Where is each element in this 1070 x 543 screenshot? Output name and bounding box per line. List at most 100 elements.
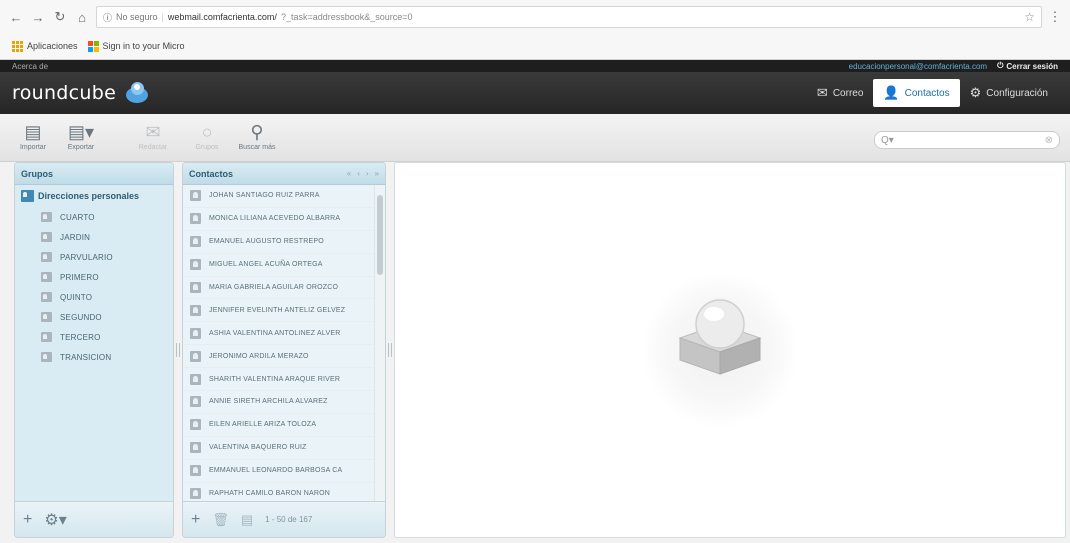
bookmarks-bar: Aplicaciones Sign in to your Micro: [0, 36, 1070, 56]
contact-row[interactable]: EMMANUEL LEONARDO BARBOSA CA: [183, 459, 376, 483]
contact-icon: [190, 350, 201, 362]
groups-title: Grupos: [21, 168, 54, 179]
contact-row[interactable]: MIGUEL ANGEL ACUÑA ORTEGA: [183, 253, 376, 277]
reload-icon[interactable]: ↻: [52, 9, 68, 25]
contacts-list: JOHAN SANTIAGO RUIZ PARRA MONICA LILIANA…: [183, 185, 376, 501]
quick-search-input[interactable]: Q▾ ⊗: [874, 131, 1060, 149]
bookmark-apps-label: Aplicaciones: [27, 41, 78, 51]
group-icon: [41, 352, 52, 362]
group-item[interactable]: PRIMERO: [15, 267, 173, 287]
import-label: Importar: [19, 144, 47, 151]
addressbook-label: Direcciones personales: [38, 191, 140, 201]
add-group-icon[interactable]: +: [23, 511, 32, 529]
url-divider: |: [161, 12, 164, 22]
logo-cloud-icon: [122, 81, 152, 105]
group-item[interactable]: JARDIN: [15, 227, 173, 247]
group-item[interactable]: SEGUNDO: [15, 307, 173, 327]
contacts-title: Contactos: [189, 168, 234, 179]
prev-page-icon[interactable]: ‹: [357, 169, 360, 178]
contacts-count: 1 - 50 de 167: [265, 515, 313, 524]
group-label: CUARTO: [60, 212, 95, 222]
logout-button[interactable]: ⏻ Cerrar sesión: [997, 61, 1058, 71]
group-label: TERCERO: [60, 332, 101, 342]
contact-row[interactable]: MONICA LILIANA ACEVEDO ALBARRA: [183, 207, 376, 231]
groups-splitter[interactable]: [176, 343, 180, 357]
contacts-icon: 👤: [883, 85, 900, 100]
mail-icon: ✉: [816, 85, 828, 100]
task-contacts[interactable]: 👤 Contactos: [873, 79, 960, 107]
group-item[interactable]: QUINTO: [15, 287, 173, 307]
user-email: educacionpersonal@comfacrienta.com: [848, 61, 988, 71]
groups-button[interactable]: ○ Grupos: [186, 120, 228, 158]
forward-icon[interactable]: →: [30, 9, 46, 25]
contact-menu-icon[interactable]: ▤: [241, 512, 253, 528]
contact-row[interactable]: MARIA GABRIELA AGUILAR OROZCO: [183, 276, 376, 300]
home-icon[interactable]: ⌂: [74, 9, 90, 25]
compose-button[interactable]: ✉ Redactar: [132, 120, 174, 158]
contact-row[interactable]: EILEN ARIELLE ARIZA TOLOZA: [183, 413, 376, 437]
export-label: Exportar: [67, 144, 95, 151]
task-bar: ✉ Correo 👤 Contactos ⚙ Configuración: [807, 72, 1058, 114]
first-page-icon[interactable]: «: [347, 169, 351, 178]
url-query: ?_task=addressbook&_source=0: [280, 12, 413, 22]
top-line: Acerca de educacionpersonal@comfacrienta…: [0, 60, 1070, 72]
bookmark-microsoft[interactable]: Sign in to your Micro: [87, 40, 185, 52]
contact-row[interactable]: ANNIE SIRETH ARCHILA ALVAREZ: [183, 391, 376, 414]
contacts-pager: « ‹ › »: [347, 169, 379, 178]
delete-contact-icon[interactable]: 🗑: [212, 512, 229, 528]
contacts-splitter[interactable]: [388, 343, 392, 357]
search-options-icon[interactable]: Q▾: [881, 135, 894, 146]
contact-row[interactable]: ASHIA VALENTINA ANTOLINEZ ALVER: [183, 322, 376, 346]
contact-icon: [190, 465, 201, 477]
group-label: SEGUNDO: [60, 312, 102, 322]
contact-row[interactable]: SHARITH VALENTINA ARAQUE RIVER: [183, 368, 376, 392]
contact-icon: [190, 419, 201, 431]
task-mail[interactable]: ✉ Correo: [807, 79, 873, 107]
next-page-icon[interactable]: ›: [366, 169, 369, 178]
import-button[interactable]: ▤ Importar: [12, 120, 54, 158]
group-icon: [41, 252, 52, 262]
browser-menu-icon[interactable]: ⋮: [1048, 9, 1062, 25]
bookmark-star-icon[interactable]: ☆: [1024, 10, 1035, 24]
about-link[interactable]: Acerca de: [12, 62, 48, 71]
group-item[interactable]: CUARTO: [15, 207, 173, 227]
export-button[interactable]: ▤▾ Exportar: [60, 120, 102, 158]
apps-grid-icon: [12, 40, 23, 52]
back-icon[interactable]: ←: [8, 9, 24, 25]
add-contact-icon[interactable]: +: [191, 511, 200, 529]
reset-search-icon[interactable]: ⊗: [1045, 135, 1053, 146]
group-item[interactable]: PARVULARIO: [15, 247, 173, 267]
compose-icon: ✉: [145, 122, 161, 142]
contact-name: MONICA LILIANA ACEVEDO ALBARRA: [209, 215, 341, 223]
addressbook-personal[interactable]: Direcciones personales: [15, 185, 173, 207]
group-label: PARVULARIO: [60, 252, 113, 262]
bookmark-apps[interactable]: Aplicaciones: [12, 40, 78, 52]
group-icon: [41, 292, 52, 302]
contact-row[interactable]: JOHAN SANTIAGO RUIZ PARRA: [183, 185, 376, 208]
contacts-scroll-thumb[interactable]: [377, 195, 383, 275]
contact-row[interactable]: JERONIMO ARDILA MERAZO: [183, 345, 376, 369]
task-settings[interactable]: ⚙ Configuración: [960, 79, 1058, 107]
group-icon: [41, 232, 52, 242]
group-item[interactable]: TRANSICION: [15, 347, 173, 367]
contact-icon: [190, 304, 201, 316]
contact-row[interactable]: VALENTINA BAQUERO RUIZ: [183, 436, 376, 460]
microsoft-logo-icon: [87, 40, 99, 52]
groups-label: Grupos: [195, 144, 219, 151]
contact-row[interactable]: RAPHATH CAMILO BARON NARON: [183, 482, 376, 501]
group-options-gear-icon[interactable]: ⚙▾: [44, 510, 66, 530]
groups-footer: + ⚙▾: [15, 501, 173, 537]
contact-name: ANNIE SIRETH ARCHILA ALVAREZ: [209, 398, 328, 406]
contact-row[interactable]: EMANUEL AUGUSTO RESTREPO: [183, 230, 376, 254]
last-page-icon[interactable]: »: [375, 169, 379, 178]
contact-row[interactable]: JENNIFER EVELINTH ANTELIZ GELVEZ: [183, 299, 376, 323]
info-icon[interactable]: ⓘ: [103, 11, 112, 24]
search-icon: ⚲: [250, 122, 264, 142]
group-item[interactable]: TERCERO: [15, 327, 173, 347]
contacts-scrollbar[interactable]: [374, 185, 385, 501]
app-logo[interactable]: roundcube: [12, 82, 116, 104]
url-bar[interactable]: ⓘ No seguro | webmail.comfacrienta.com/ …: [96, 6, 1042, 28]
power-icon: ⏻: [997, 61, 1004, 70]
advanced-search-button[interactable]: ⚲ Buscar más: [236, 120, 278, 158]
security-label: No seguro: [116, 12, 158, 22]
